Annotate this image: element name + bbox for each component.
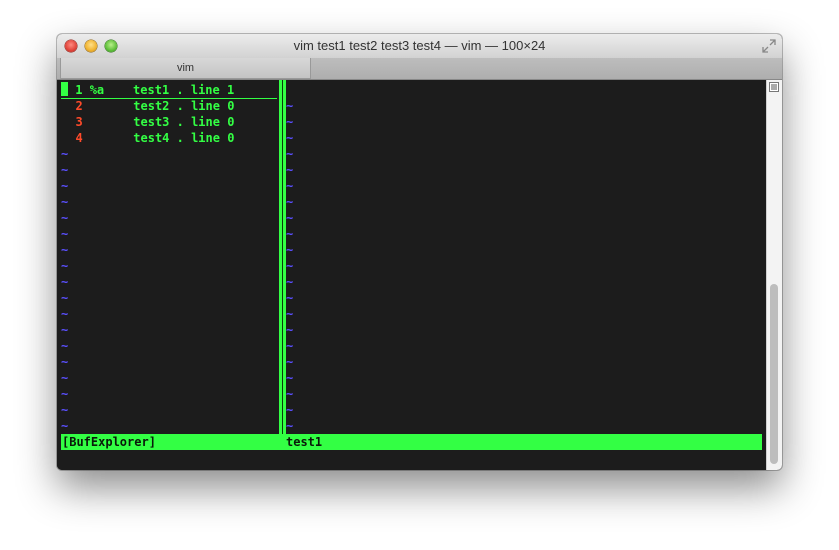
empty-line-tilde: ~ [286, 115, 294, 129]
empty-line-tilde: ~ [286, 243, 294, 257]
empty-line-tilde: ~ [286, 131, 294, 145]
terminal-content[interactable]: 1 %a test1 . line 1 2 test2 . line 0 3 t… [57, 80, 767, 470]
buffer-flags [90, 99, 133, 113]
terminal-window: vim test1 test2 test3 test4 — vim — 100×… [57, 34, 782, 470]
buffer-number: 4 [68, 131, 90, 145]
status-left-label: [BufExplorer] [62, 435, 156, 449]
title-bar[interactable]: vim test1 test2 test3 test4 — vim — 100×… [57, 34, 782, 58]
empty-line-tilde: ~ [61, 259, 69, 273]
status-line: [BufExplorer] test1 [61, 434, 762, 450]
scrollbar[interactable] [766, 80, 782, 470]
empty-line-tilde: ~ [286, 323, 294, 337]
empty-line-tilde: ~ [61, 211, 69, 225]
buffer-number: 2 [68, 99, 90, 113]
buffer-flags: %a [89, 83, 134, 97]
empty-line-tilde: ~ [286, 355, 294, 369]
empty-line-tilde: ~ [286, 163, 294, 177]
buffer-row[interactable]: 2 test2 . line 0 [61, 98, 277, 114]
empty-line-tilde: ~ [61, 339, 69, 353]
empty-line-tilde: ~ [61, 307, 69, 321]
tab-bar: vim [57, 58, 782, 80]
bufexplorer-pane[interactable]: 1 %a test1 . line 1 2 test2 . line 0 3 t… [61, 82, 279, 434]
empty-line-tilde: ~ [61, 387, 69, 401]
empty-line-tilde: ~ [286, 291, 294, 305]
buffer-name: test4 . line 0 [133, 131, 235, 145]
buffer-number: 3 [68, 115, 90, 129]
empty-line-tilde: ~ [61, 195, 69, 209]
tab-vim[interactable]: vim [60, 58, 311, 79]
text-cursor [61, 82, 68, 96]
empty-line-tilde: ~ [286, 339, 294, 353]
vertical-split-separator[interactable] [279, 80, 286, 434]
empty-line-tilde: ~ [61, 243, 69, 257]
empty-line-tilde: ~ [61, 291, 69, 305]
buffer-flags [90, 115, 133, 129]
empty-line-tilde: ~ [61, 403, 69, 417]
empty-line-tilde: ~ [61, 419, 69, 433]
split-divider-line [282, 80, 283, 434]
buffer-name: test3 . line 0 [133, 115, 235, 129]
empty-line-tilde: ~ [61, 275, 69, 289]
window-title: vim test1 test2 test3 test4 — vim — 100×… [293, 38, 546, 53]
empty-line-tilde: ~ [286, 275, 294, 289]
empty-line-tilde: ~ [61, 227, 69, 241]
empty-line-tilde: ~ [61, 163, 69, 177]
empty-line-tilde: ~ [286, 179, 294, 193]
buffer-name: test1 . line 1 [133, 83, 235, 97]
empty-line-tilde: ~ [286, 195, 294, 209]
empty-line-tilde: ~ [61, 323, 69, 337]
empty-line-tilde: ~ [61, 355, 69, 369]
empty-line-tilde: ~ [286, 419, 294, 433]
empty-line-tilde: ~ [286, 99, 294, 113]
empty-line-tilde: ~ [61, 371, 69, 385]
buffer-name: test2 . line 0 [133, 99, 235, 113]
buffer-flags [90, 131, 133, 145]
empty-line-tilde: ~ [286, 307, 294, 321]
fullscreen-arrows-icon[interactable] [762, 39, 776, 53]
scrollbar-thumb[interactable] [770, 284, 778, 464]
buffer-row[interactable]: 1 %a test1 . line 1 [61, 82, 277, 99]
buffer-number: 1 [68, 83, 90, 97]
list-icon[interactable] [769, 82, 779, 92]
empty-line-tilde: ~ [286, 227, 294, 241]
empty-line-tilde: ~ [61, 147, 69, 161]
empty-line-tilde: ~ [286, 259, 294, 273]
empty-line-tilde: ~ [286, 387, 294, 401]
buffer-row[interactable]: 3 test3 . line 0 [61, 114, 277, 130]
status-right-label: test1 [286, 435, 323, 449]
empty-line-tilde: ~ [61, 179, 69, 193]
buffer-pane[interactable]: ~ ~ ~ ~ ~ ~ ~ ~ ~ ~ ~ ~ ~ ~ ~ ~ ~ ~ ~ ~ ~ [286, 82, 756, 434]
empty-line-tilde: ~ [286, 371, 294, 385]
empty-line-tilde: ~ [286, 403, 294, 417]
empty-line-tilde: ~ [286, 147, 294, 161]
empty-line-tilde: ~ [286, 211, 294, 225]
buffer-row[interactable]: 4 test4 . line 0 [61, 130, 277, 146]
